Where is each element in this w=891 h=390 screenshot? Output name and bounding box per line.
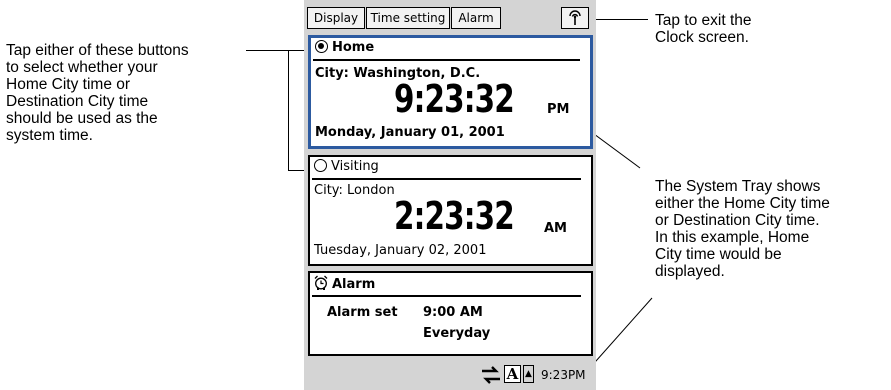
input-mode-arrow-icon[interactable]: ▲	[523, 365, 534, 383]
alarm-clock-icon	[314, 275, 328, 290]
home-radio-button[interactable]	[315, 40, 328, 53]
time-setting-button[interactable]: Time setting	[366, 7, 450, 29]
home-date: Monday, January 01, 2001	[315, 125, 505, 140]
annotation-line: Home City time or	[6, 76, 131, 93]
alarm-set-label: Alarm set	[327, 305, 398, 320]
annotation-line: should be used as the	[6, 110, 158, 127]
leader-line-exit	[596, 19, 648, 20]
leader-line-radio-vertical	[288, 50, 289, 170]
leader-line-radio	[246, 50, 288, 51]
divider	[313, 59, 580, 61]
annotation-line: Tap either of these buttons	[6, 42, 189, 59]
visiting-panel[interactable]: Visiting City: London 2:23:32 AM Tuesday…	[308, 155, 593, 266]
alarm-title-row: Alarm	[314, 275, 375, 295]
home-time: 9:23:32	[394, 77, 515, 121]
leader-line-tray-time	[587, 297, 653, 371]
divider	[312, 178, 581, 180]
visiting-date: Tuesday, January 02, 2001	[314, 243, 487, 258]
system-tray: A ▲ 9:23PM	[304, 360, 596, 390]
display-button[interactable]: Display	[307, 7, 365, 29]
annotation-line: City time would be	[655, 246, 782, 263]
visiting-time: 2:23:32	[394, 194, 515, 238]
annotation-line: In this example, Home	[655, 229, 810, 246]
alarm-button[interactable]: Alarm	[451, 7, 501, 29]
annotation-line: displayed.	[655, 263, 725, 280]
home-panel[interactable]: Home City: Washington, D.C. 9:23:32 PM M…	[308, 35, 593, 149]
annotation-line: The System Tray shows	[655, 178, 821, 195]
annotation-radio-buttons: Tap either of these buttons to select wh…	[6, 42, 189, 144]
annotation-line: system time.	[6, 127, 93, 144]
annotation-line: or Destination City time.	[655, 212, 820, 229]
visiting-city: City: London	[314, 183, 395, 198]
alarm-time: 9:00 AM	[423, 305, 483, 320]
clock-screen: Display Time setting Alarm Home City: Wa…	[304, 0, 596, 390]
home-title: Home	[332, 40, 375, 55]
annotation-line: Destination City time	[6, 93, 149, 110]
annotation-line: to select whether your	[6, 59, 158, 76]
input-mode-button[interactable]: A	[504, 365, 521, 383]
annotation-line: Clock screen.	[655, 29, 749, 46]
annotation-line: Tap to exit the	[655, 12, 752, 29]
visiting-radio-button[interactable]	[314, 159, 327, 172]
home-ampm: PM	[547, 102, 570, 117]
annotation-line: either the Home City time	[655, 195, 830, 212]
alarm-repeat: Everyday	[423, 326, 491, 341]
alarm-panel[interactable]: Alarm Alarm set 9:00 AM Everyday	[308, 271, 593, 356]
visiting-ampm: AM	[544, 221, 567, 236]
connection-icon[interactable]	[480, 366, 502, 384]
visiting-title: Visiting	[331, 159, 379, 174]
tray-clock[interactable]: 9:23PM	[541, 368, 586, 382]
alarm-title: Alarm	[332, 277, 376, 292]
exit-button[interactable]	[561, 7, 589, 29]
antenna-icon	[569, 10, 581, 25]
annotation-exit: Tap to exit the Clock screen.	[655, 12, 752, 46]
divider	[312, 295, 581, 297]
home-radio-row[interactable]: Home	[315, 38, 374, 58]
visiting-radio-row[interactable]: Visiting	[314, 157, 379, 177]
annotation-system-tray: The System Tray shows either the Home Ci…	[655, 178, 830, 280]
